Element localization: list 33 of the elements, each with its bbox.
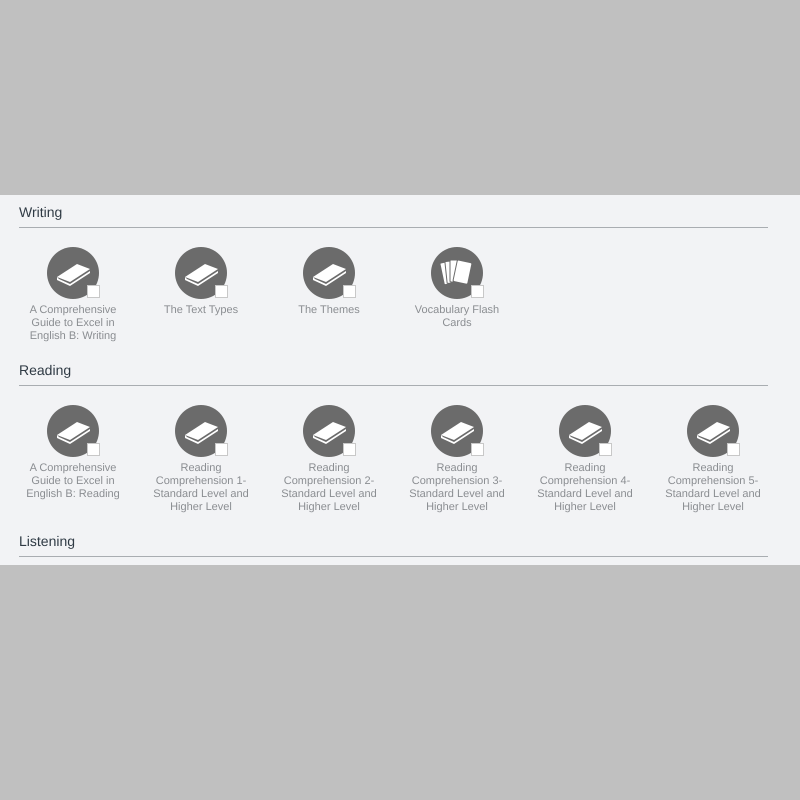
section-heading: Listening [19, 533, 76, 549]
resource-label: The Text Types [162, 304, 240, 317]
section-heading: Writing [19, 204, 62, 220]
resource-tile[interactable] [431, 247, 483, 299]
resource-label: Reading Comprehension 3- Standard Level and Higher Level [408, 462, 506, 514]
checkbox[interactable] [471, 443, 484, 456]
checkbox[interactable] [87, 443, 100, 456]
resource-tile[interactable] [47, 405, 99, 457]
checkbox[interactable] [727, 443, 740, 456]
resource-tile[interactable] [431, 405, 483, 457]
resource-tile[interactable] [175, 405, 227, 457]
resource-label: A Comprehensive Guide to Excel in English B: Writing [28, 304, 118, 343]
resource-tile[interactable] [47, 247, 99, 299]
resource-tile[interactable] [559, 405, 611, 457]
resource-tile[interactable] [303, 247, 355, 299]
checkbox[interactable] [87, 285, 100, 298]
resource-label: Reading Comprehension 2- Standard Level and Higher Level [280, 462, 378, 514]
checkbox[interactable] [343, 443, 356, 456]
checkbox[interactable] [599, 443, 612, 456]
resource-tile[interactable] [687, 405, 739, 457]
resource-label: A Comprehensive Guide to Excel in English B: Reading [25, 462, 121, 501]
resource-label: Reading Comprehension 4- Standard Level and Higher Level [536, 462, 634, 514]
resource-label: Reading Comprehension 5- Standard Level and Higher Level [664, 462, 762, 514]
checkbox[interactable] [343, 285, 356, 298]
resource-tile[interactable] [175, 247, 227, 299]
resource-tile[interactable] [303, 405, 355, 457]
resource-label: Vocabulary Flash Cards [414, 304, 500, 330]
resource-label: Reading Comprehension 1- Standard Level and Higher Level [152, 462, 250, 514]
checkbox[interactable] [215, 443, 228, 456]
section-heading: Reading [19, 362, 72, 378]
checkbox[interactable] [471, 285, 484, 298]
resource-label: The Themes [297, 304, 361, 317]
checkbox[interactable] [215, 285, 228, 298]
